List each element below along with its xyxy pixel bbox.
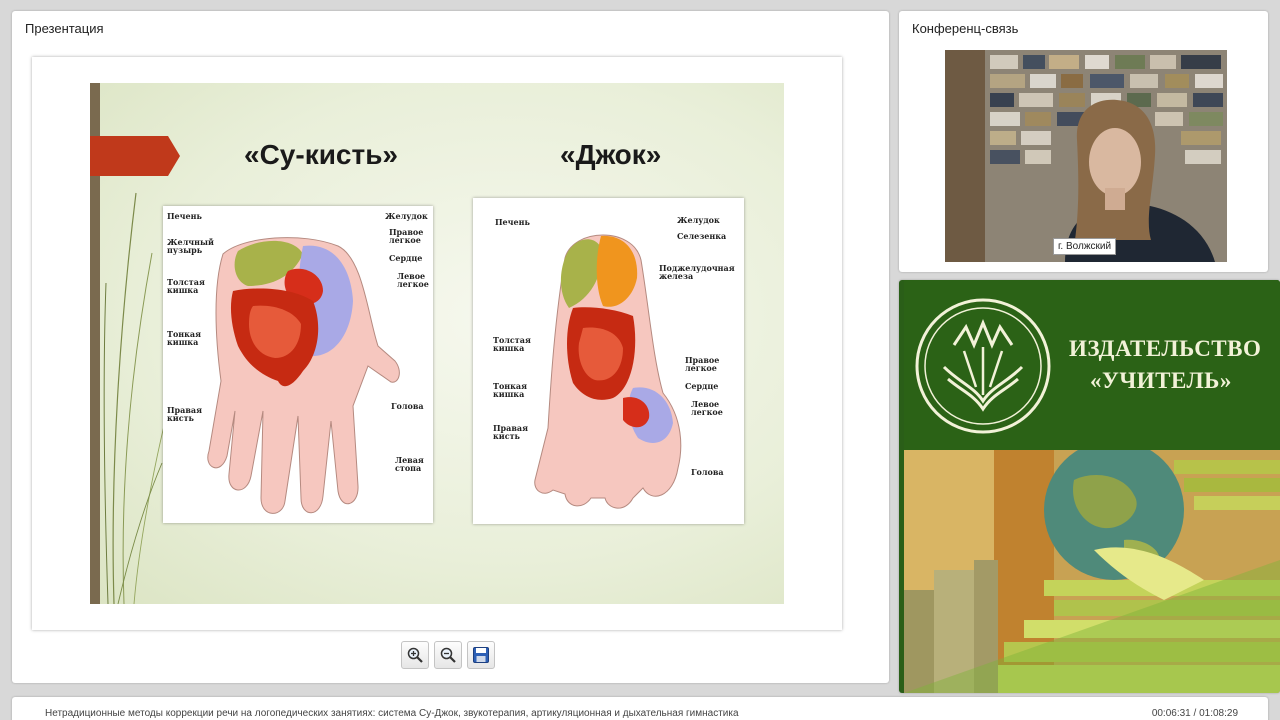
label-head: Голова: [391, 401, 424, 411]
presentation-title: Презентация: [25, 21, 104, 36]
label-left-lung: Левое легкое: [397, 271, 429, 289]
presentation-toolbar: [401, 641, 495, 671]
conference-panel: Конференц-связь г. Волжский: [899, 11, 1268, 272]
slide-title-jok: «Джок»: [560, 139, 662, 170]
slide-arrow-shape: [90, 136, 180, 176]
label-stomach: Желудок: [385, 211, 428, 221]
label-foot-liver: Печень: [495, 217, 530, 227]
label-gallbladder: Желчный пузырь: [167, 237, 214, 255]
hand-diagram: Печень Желчный пузырь Толстая кишка Тонк…: [163, 206, 433, 523]
foot-diagram: Печень Толстая кишка Тонкая кишка Правая…: [473, 198, 744, 524]
label-right-hand: Правая кисть: [167, 405, 202, 423]
slide-viewport[interactable]: «Су-кисть» «Джок» Печень Желчный пузырь …: [32, 57, 842, 630]
label-foot-heart: Сердце: [685, 381, 719, 391]
webcam-video[interactable]: г. Волжский: [945, 50, 1227, 262]
label-foot-right-hand: Правая кисть: [493, 423, 528, 441]
publisher-ad-panel: ИЗДАТЕЛЬСТВО «УЧИТЕЛЬ»: [899, 280, 1280, 693]
publisher-name-line2: «УЧИТЕЛЬ»: [1090, 368, 1232, 393]
zoom-out-icon: [440, 647, 456, 663]
save-icon: [473, 647, 489, 663]
label-foot-right-lung: Правое легкое: [685, 355, 720, 373]
label-foot-pancreas: Поджелудочная железа: [659, 263, 735, 281]
slide: «Су-кисть» «Джок» Печень Желчный пузырь …: [90, 83, 784, 604]
books-globe-image: [904, 450, 1280, 693]
label-foot-left-lung: Левое легкое: [691, 399, 723, 417]
label-foot-small-intestine: Тонкая кишка: [493, 381, 528, 399]
label-heart: Сердце: [389, 253, 423, 263]
course-title: Нетрадиционные методы коррекции речи на …: [45, 708, 739, 719]
webcam-frame-image: [945, 50, 1227, 262]
label-foot-large-intestine: Толстая кишка: [493, 335, 531, 353]
label-left-foot: Левая стопа: [395, 455, 424, 473]
conference-title: Конференц-связь: [912, 21, 1019, 36]
save-button[interactable]: [467, 641, 495, 669]
publisher-logo-icon: [915, 298, 1051, 434]
slide-title-su-hand: «Су-кисть»: [244, 139, 398, 170]
label-small-intestine: Тонкая кишка: [167, 329, 202, 347]
zoom-out-button[interactable]: [434, 641, 462, 669]
label-foot-head: Голова: [691, 467, 724, 477]
publisher-name-line1: ИЗДАТЕЛЬСТВО: [1069, 336, 1262, 361]
publisher-banner: ИЗДАТЕЛЬСТВО «УЧИТЕЛЬ»: [904, 280, 1280, 450]
zoom-in-button[interactable]: [401, 641, 429, 669]
label-foot-spleen: Селезенка: [677, 231, 727, 241]
label-large-intestine: Толстая кишка: [167, 277, 205, 295]
presentation-panel: Презентация «Су-кисть» «Джок» Печень Жел…: [12, 11, 889, 683]
books-globe-illustration: [904, 450, 1280, 693]
label-foot-stomach: Желудок: [677, 215, 720, 225]
participant-location-label: г. Волжский: [1053, 238, 1117, 255]
zoom-in-icon: [407, 647, 423, 663]
playback-time: 00:06:31 / 01:08:29: [1151, 708, 1238, 719]
label-right-lung: Правое легкое: [389, 227, 424, 245]
course-status-bar: Нетрадиционные методы коррекции речи на …: [12, 697, 1268, 720]
label-liver: Печень: [167, 211, 202, 221]
